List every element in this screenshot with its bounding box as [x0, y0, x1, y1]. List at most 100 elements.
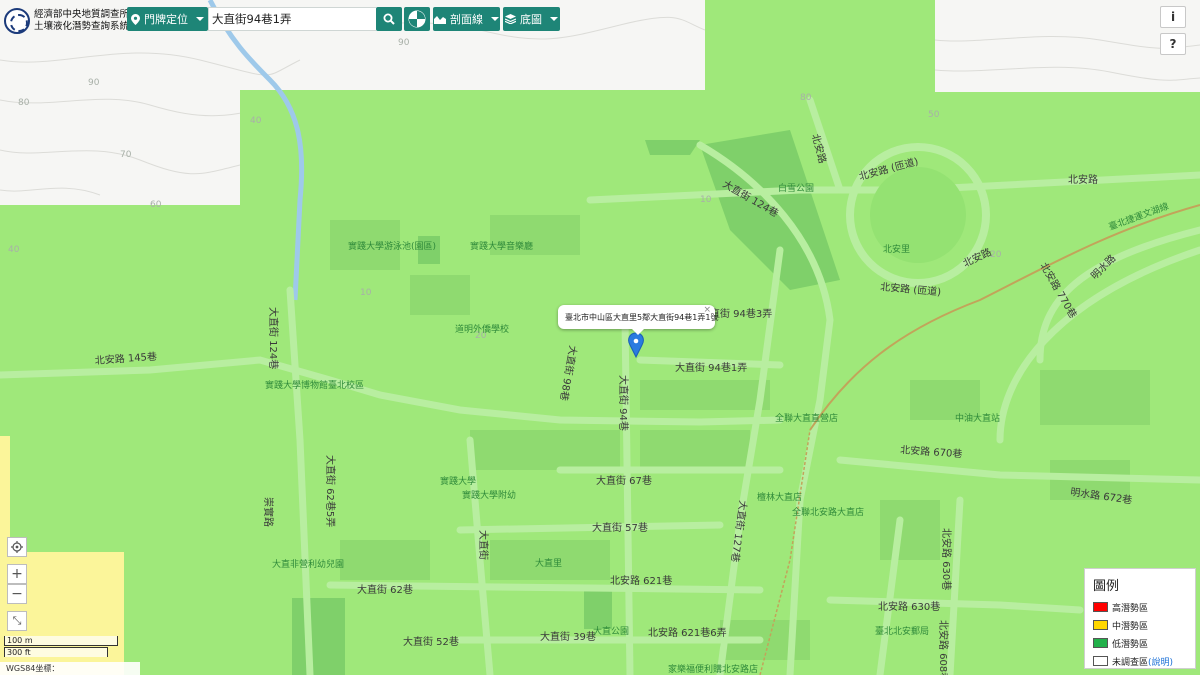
legend-label: 未調查區	[1112, 657, 1149, 668]
road-label: 北安路 621巷6弄	[648, 626, 727, 639]
place-label: 中油大直站	[955, 412, 1000, 424]
pie-quadrant-icon	[408, 10, 426, 28]
coordinate-readout: WGS84坐標：121.549028,25.085050	[0, 662, 140, 675]
place-label: 大直里	[535, 557, 562, 569]
place-label: 實踐大學附幼	[462, 489, 516, 501]
place-label: 家樂福便利購北安路店	[668, 663, 758, 675]
place-label: 全聯大直直營店	[775, 412, 838, 424]
legend-swatch-unsurveyed	[1093, 656, 1108, 666]
contour-label: 90	[398, 38, 410, 48]
place-label: 實踐大學游泳池(園區)	[348, 240, 436, 252]
basemap-dropdown[interactable]: 底圖	[503, 7, 560, 31]
contour-label: 60	[150, 200, 162, 210]
fullscreen-button[interactable]: ⤡	[7, 611, 27, 631]
road-label: 大直街 39巷	[540, 630, 596, 643]
road-label: 北安路 630巷	[940, 528, 953, 590]
profile-line-dropdown[interactable]: 剖面線	[433, 7, 500, 31]
place-label: 檀林大直店	[757, 491, 802, 503]
contour-label: 70	[120, 150, 132, 160]
search-button[interactable]	[376, 7, 402, 31]
area-chart-icon	[434, 16, 446, 24]
road-label: 大直街	[477, 530, 490, 560]
road-label: 大直街 62巷5弄	[324, 455, 337, 527]
road-label: 崇實路	[262, 497, 275, 527]
road-label: 北安路	[1068, 173, 1098, 186]
chevron-down-icon	[550, 17, 558, 21]
place-label: 白雪公園	[778, 182, 814, 194]
chevron-down-icon	[196, 17, 204, 21]
map-legend: 圖例 高潛勢區 中潛勢區 低潛勢區 未調查區 (說明)	[1084, 568, 1196, 669]
locate-me-button[interactable]	[7, 537, 27, 557]
scale-bar: 100 m 300 ft	[4, 636, 120, 658]
info-icon: i	[1170, 10, 1176, 24]
legend-item: 低潛勢區	[1093, 634, 1187, 652]
map-pin-icon	[131, 13, 140, 25]
road-label: 大直街 62巷	[357, 583, 413, 596]
basemap-label: 底圖	[520, 13, 542, 26]
info-button[interactable]: i	[1160, 6, 1186, 28]
expand-icon: ⤡	[12, 614, 22, 627]
place-label: 全聯北安路大直店	[792, 506, 864, 518]
crosshair-icon	[11, 541, 23, 553]
contour-label: 80	[800, 93, 812, 103]
popup-address-text: 臺北市中山區大直里5鄰大直街94巷1弄1號	[565, 312, 719, 322]
agency-logo: 經濟部中央地質調查所 土壤液化潛勢查詢系統	[4, 6, 130, 36]
plus-icon: +	[11, 566, 23, 582]
minus-icon: −	[11, 586, 23, 602]
place-label: 北安里	[883, 243, 910, 255]
address-search-input[interactable]	[208, 7, 376, 31]
road-label: 大直街 57巷	[592, 521, 648, 534]
legend-swatch-low	[1093, 638, 1108, 648]
agency-emblem-icon	[4, 8, 30, 34]
contour-label: 50	[928, 110, 940, 120]
chevron-down-icon	[491, 17, 499, 21]
legend-swatch-medium	[1093, 620, 1108, 630]
zoom-out-button[interactable]: −	[7, 584, 27, 604]
road-label: 大直街 52巷	[403, 635, 459, 648]
map-tool-button[interactable]	[404, 7, 430, 31]
profile-line-label: 剖面線	[450, 13, 483, 26]
contour-label: 10	[700, 195, 712, 205]
place-label: 實踐大學	[440, 475, 476, 487]
legend-label: 高潛勢區	[1112, 603, 1149, 614]
road-label: 大直街 94巷1弄	[675, 361, 747, 374]
place-label: 大直非營利幼兒園	[272, 558, 344, 570]
contour-label: 40	[250, 116, 262, 126]
help-button[interactable]: ?	[1160, 33, 1186, 55]
contour-label: 40	[8, 245, 20, 255]
close-icon[interactable]: ×	[703, 305, 711, 315]
road-label: 北安路 621巷	[610, 574, 672, 587]
org-name-line1: 經濟部中央地質調查所	[34, 9, 130, 20]
scale-metric: 100 m	[4, 636, 118, 646]
layers-icon	[505, 14, 516, 24]
help-icon: ?	[1169, 37, 1177, 51]
legend-item: 中潛勢區	[1093, 616, 1187, 634]
contour-label: 90	[88, 78, 100, 88]
place-label: 大直公園	[593, 625, 629, 637]
contour-label: 80	[18, 98, 30, 108]
address-locate-dropdown[interactable]: 門牌定位	[127, 7, 208, 31]
scale-imperial: 300 ft	[4, 647, 108, 657]
zoom-in-button[interactable]: +	[7, 564, 27, 584]
place-label: 實踐大學音樂廳	[470, 240, 533, 252]
legend-item: 未調查區 (說明)	[1093, 652, 1187, 670]
map-app: 90 90 80 80 70 60 40 40 50 20 20 10 10 大…	[0, 0, 1200, 675]
org-name-line2: 土壤液化潛勢查詢系統	[34, 21, 130, 32]
legend-item: 高潛勢區	[1093, 598, 1187, 616]
road-label: 大直街 124巷	[267, 307, 280, 369]
legend-label: 中潛勢區	[1112, 621, 1149, 632]
legend-explain-link[interactable]: (說明)	[1148, 655, 1173, 668]
place-label: 道明外僑學校	[455, 323, 509, 335]
contour-label: 10	[360, 288, 372, 298]
address-locate-label: 門牌定位	[144, 13, 188, 26]
road-label: 大直街 94巷	[617, 375, 630, 431]
search-icon	[383, 13, 395, 25]
road-label: 大直街 67巷	[596, 474, 652, 487]
road-label: 北安路 608巷	[937, 620, 950, 675]
legend-swatch-high	[1093, 602, 1108, 612]
place-label: 臺北北安郵局	[875, 625, 929, 637]
legend-label: 低潛勢區	[1112, 639, 1149, 650]
map-canvas[interactable]: 90 90 80 80 70 60 40 40 50 20 20 10 10 大…	[0, 0, 1200, 675]
address-popup: 臺北市中山區大直里5鄰大直街94巷1弄1號 ×	[558, 305, 719, 335]
road-label: 北安路 630巷	[878, 600, 940, 613]
